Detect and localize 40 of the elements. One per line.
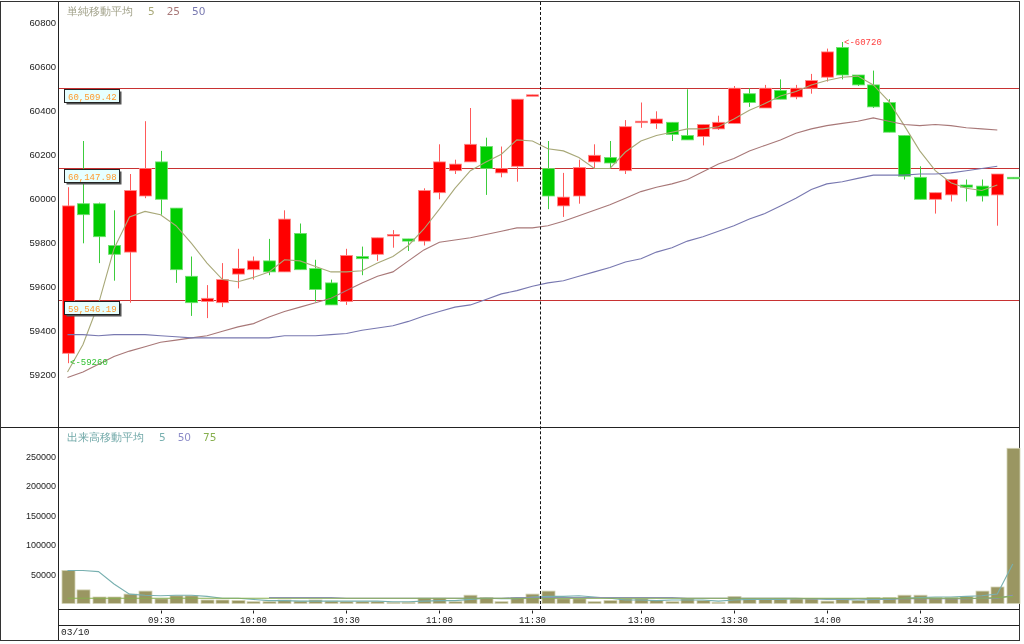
low-price-label: <-59260	[70, 357, 108, 368]
ref-line-label: 59,546.19	[68, 304, 117, 315]
y-axis-label: 150000	[25, 510, 56, 521]
y-axis-label: 59200	[29, 369, 56, 381]
price-level-label: 60,147.98	[64, 169, 122, 185]
x-axis-label: 11:30	[519, 615, 546, 626]
legend-label: 5	[148, 5, 155, 18]
ref-line-label: 60,147.98	[68, 172, 117, 183]
y-axis-label: 60400	[29, 105, 56, 117]
x-axis-label: 11:00	[426, 615, 453, 626]
y-axis-label: 200000	[25, 481, 56, 491]
y-axis-label: 60600	[29, 61, 56, 73]
y-axis-label: 50000	[30, 569, 56, 580]
x-axis-label: 14:00	[814, 615, 841, 626]
ref-line-label: 60,509.42	[68, 92, 117, 103]
x-axis-label: 13:00	[628, 615, 655, 626]
legend-label: 25	[166, 5, 181, 18]
x-axis-label: 13:30	[721, 615, 748, 626]
legend-title: 出来高移動平均	[67, 431, 144, 444]
x-axis-label: 14:30	[907, 615, 934, 626]
y-axis-label: 59600	[29, 281, 56, 293]
y-axis-label: 60200	[29, 149, 56, 161]
price-level-label: 60,509.42	[64, 89, 122, 105]
legend-label: 50	[192, 5, 206, 18]
y-axis-label: 250000	[25, 451, 56, 462]
x-axis-label: 10:30	[333, 615, 360, 626]
y-axis-label: 100000	[25, 540, 56, 550]
y-axis-label: 59800	[29, 237, 56, 249]
x-axis-label: 10:00	[240, 615, 267, 626]
y-axis-label: 60800	[29, 17, 56, 29]
price-level-label: 59,546.19	[64, 301, 122, 317]
high-price-label: <-60720	[844, 37, 882, 48]
legend-label: 50	[177, 431, 192, 444]
legend-title: 単純移動平均	[67, 5, 133, 18]
y-axis-label: 59400	[29, 325, 56, 337]
legend-label: 5	[159, 431, 166, 444]
x-axis-label: 09:30	[148, 615, 175, 626]
y-axis-label: 60000	[29, 193, 56, 205]
legend-label: 75	[203, 431, 217, 444]
date-label: 03/10	[60, 626, 90, 640]
